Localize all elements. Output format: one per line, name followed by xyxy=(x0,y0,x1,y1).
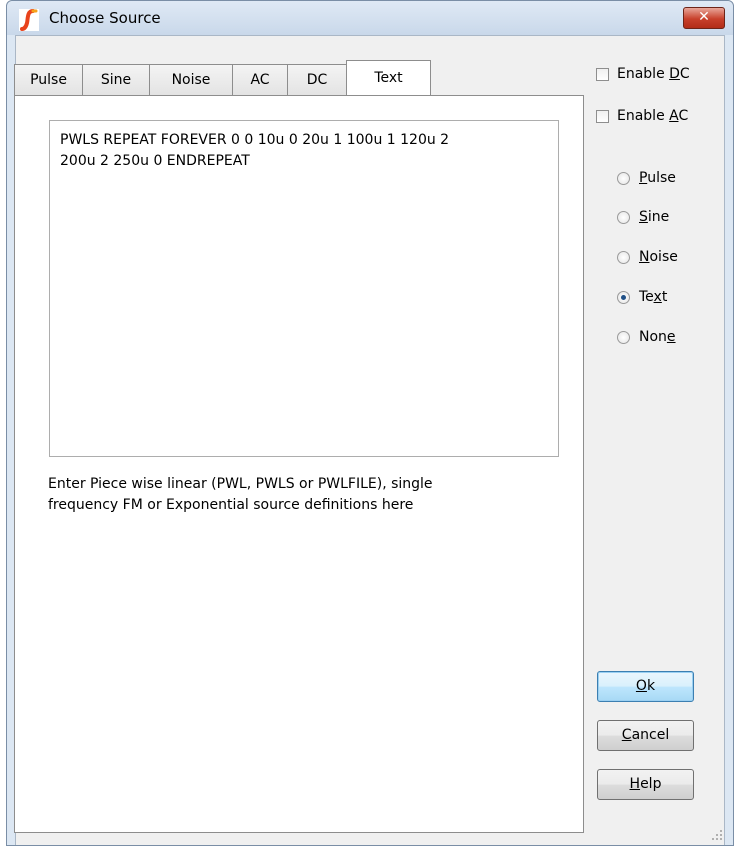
ok-button[interactable]: Ok xyxy=(597,671,694,702)
cancel-button[interactable]: Cancel xyxy=(597,720,694,751)
enable-ac-checkbox[interactable]: Enable AC xyxy=(596,108,688,124)
radio-button-icon[interactable] xyxy=(617,210,630,224)
tab-text[interactable]: Text xyxy=(346,60,431,95)
radio-pulse[interactable]: Pulse xyxy=(617,170,676,186)
radio-none[interactable]: None xyxy=(617,329,676,345)
tab-sine[interactable]: Sine xyxy=(82,64,150,95)
radio-pulse-label: Pulse xyxy=(639,170,676,186)
radio-button-icon[interactable] xyxy=(617,171,630,185)
radio-text[interactable]: Text xyxy=(617,289,667,305)
checkbox-icon[interactable] xyxy=(596,109,609,123)
title-bar[interactable]: Choose Source ✕ xyxy=(7,1,733,35)
enable-dc-label: Enable DC xyxy=(617,66,690,82)
help-button[interactable]: Help xyxy=(597,769,694,800)
radio-noise[interactable]: Noise xyxy=(617,249,678,265)
close-icon: ✕ xyxy=(698,9,710,25)
tab-pulse[interactable]: Pulse xyxy=(14,64,83,95)
resize-grip-icon[interactable] xyxy=(712,830,722,840)
radio-text-label: Text xyxy=(639,289,668,305)
source-definition-textarea[interactable]: PWLS REPEAT FOREVER 0 0 10u 0 20u 1 100u… xyxy=(49,120,559,457)
source-definition-hint: Enter Piece wise linear (PWL, PWLS or PW… xyxy=(48,476,433,513)
text-tab-panel: PWLS REPEAT FOREVER 0 0 10u 0 20u 1 100u… xyxy=(14,95,584,833)
radio-button-icon[interactable] xyxy=(617,250,630,264)
radio-button-icon[interactable] xyxy=(617,330,630,344)
radio-none-label: None xyxy=(639,329,676,345)
enable-dc-checkbox[interactable]: Enable DC xyxy=(596,66,690,82)
tab-strip: Pulse Sine Noise AC DC Text xyxy=(14,60,431,95)
window-title: Choose Source xyxy=(49,9,161,27)
radio-button-selected-icon[interactable] xyxy=(617,290,630,304)
radio-noise-label: Noise xyxy=(639,249,678,265)
radio-sine[interactable]: Sine xyxy=(617,209,669,225)
enable-ac-label: Enable AC xyxy=(617,108,689,124)
radio-sine-label: Sine xyxy=(639,209,670,225)
tab-noise[interactable]: Noise xyxy=(149,64,233,95)
checkbox-icon[interactable] xyxy=(596,67,609,81)
tab-ac[interactable]: AC xyxy=(232,64,288,95)
close-button[interactable]: ✕ xyxy=(683,7,725,29)
app-logo-icon xyxy=(19,9,39,31)
tab-dc[interactable]: DC xyxy=(287,64,347,95)
